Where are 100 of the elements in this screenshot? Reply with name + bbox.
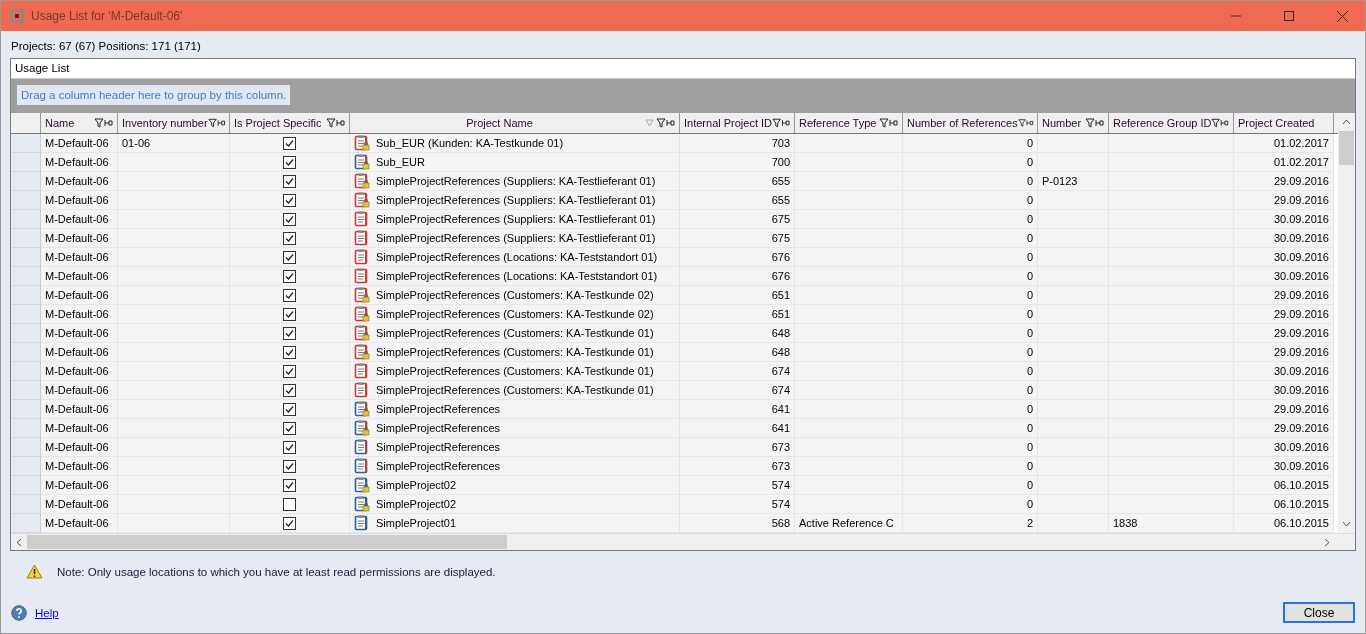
table-cell: M-Default-06 [41,476,118,495]
filter-pin-icon[interactable] [326,118,346,128]
vertical-scrollbar[interactable] [1338,113,1355,533]
checkbox[interactable] [283,440,296,454]
maximize-icon[interactable] [1284,11,1294,21]
checkbox[interactable] [283,250,296,264]
table-cell: 29.09.2016 [1234,305,1334,324]
table-cell: M-Default-06 [41,381,118,400]
table-cell: 01.02.2017 [1234,153,1334,172]
column-header[interactable]: Reference Group ID [1109,113,1234,133]
close-dialog-button[interactable]: Close [1283,602,1355,623]
table-cell: 06.10.2015 [1234,495,1334,514]
checkbox[interactable] [283,155,296,169]
project-name: Sub_EUR [376,156,425,168]
table-cell: 30.09.2016 [1234,381,1334,400]
help-icon[interactable] [11,604,27,621]
checkbox[interactable] [283,231,296,245]
checkbox[interactable] [283,288,296,302]
filter-pin-icon[interactable] [207,118,226,128]
warning-icon [26,564,43,579]
column-header[interactable]: Is Project Specific [230,113,350,133]
filter-pin-icon[interactable] [656,118,676,128]
filter-pin-icon[interactable] [1211,118,1230,128]
column-header[interactable]: Number [1038,113,1109,133]
scroll-thumb[interactable] [27,535,507,549]
scroll-thumb[interactable] [1339,131,1354,165]
checkbox[interactable] [283,364,296,378]
table-cell: 30.09.2016 [1234,438,1334,457]
column-header[interactable]: Reference Type [795,113,903,133]
close-icon[interactable] [1336,10,1348,22]
group-hint: Drag a column header here to group by this column. [17,85,291,105]
checkbox[interactable] [283,383,296,397]
checkbox[interactable] [283,136,296,150]
project-name: SimpleProjectReferences (Suppliers: KA-Testlieferant 01) [376,175,656,187]
scroll-down-icon[interactable] [1342,521,1351,527]
table-cell: 674 [680,381,795,400]
table-cell: 29.09.2016 [1234,324,1334,343]
table-cell: M-Default-06 [41,495,118,514]
checkbox[interactable] [283,307,296,321]
project-name: SimpleProjectReferences (Suppliers: KA-Testlieferant 01) [376,213,656,225]
column-header[interactable]: Name [41,113,118,133]
help-link[interactable]: Help [35,606,59,619]
table-cell: 29.09.2016 [1234,172,1334,191]
table-cell: 2 [903,514,1038,533]
project-name: SimpleProject02 [376,479,457,491]
checkbox[interactable] [283,269,296,283]
table-cell: M-Default-06 [41,286,118,305]
table-cell: 674 [680,362,795,381]
checkbox[interactable] [283,497,296,511]
table-cell: 0 [903,248,1038,267]
table-cell: 0 [903,343,1038,362]
table-cell: 0 [903,476,1038,495]
checkbox[interactable] [283,193,296,207]
table-cell: 0 [903,191,1038,210]
table-cell: M-Default-06 [41,343,118,362]
column-header[interactable]: Internal Project ID [680,113,795,133]
filter-pin-icon[interactable] [94,118,114,128]
filter-pin-icon[interactable] [1085,118,1105,128]
table-cell: 648 [680,343,795,362]
project-name: SimpleProjectReferences [376,460,501,472]
checkbox[interactable] [283,174,296,188]
filter-pin-icon[interactable] [772,118,791,128]
table-cell: 673 [680,438,795,457]
scroll-up-icon[interactable] [1342,119,1351,125]
checkbox[interactable] [283,212,296,226]
table-cell: 30.09.2016 [1234,229,1334,248]
filter-pin-icon[interactable] [879,118,899,128]
table-cell: 0 [903,495,1038,514]
checkbox[interactable] [283,478,296,492]
table-cell: M-Default-06 [41,172,118,191]
checkbox[interactable] [283,345,296,359]
checkbox[interactable] [283,402,296,416]
checkbox[interactable] [283,516,296,530]
table-cell: 1838 [1109,514,1234,533]
project-name: SimpleProjectReferences (Locations: KA-Teststandort 01) [376,270,658,282]
column-header[interactable]: Project Name [350,113,680,133]
horizontal-scrollbar[interactable] [11,533,1355,550]
table-cell: 0 [903,381,1038,400]
table-cell: M-Default-06 [41,457,118,476]
project-name: SimpleProjectReferences (Customers: KA-Testkunde 01) [376,384,654,396]
column-header[interactable]: Number of References [903,113,1038,133]
table-cell: 655 [680,172,795,191]
project-name: SimpleProjectReferences (Suppliers: KA-Testlieferant 01) [376,194,656,206]
table-cell: 30.09.2016 [1234,267,1334,286]
column-header[interactable]: Project Created [1234,113,1334,133]
filter-pin-icon[interactable] [1017,118,1034,128]
table-cell: 0 [903,457,1038,476]
table-cell: 30.09.2016 [1234,457,1334,476]
project-name: SimpleProjectReferences [376,403,501,415]
table-cell: 0 [903,172,1038,191]
column-header[interactable]: Inventory number [118,113,230,133]
table-cell: 29.09.2016 [1234,419,1334,438]
table-cell: 0 [903,286,1038,305]
table-cell: 0 [903,229,1038,248]
project-name: SimpleProjectReferences (Customers: KA-Testkunde 01) [376,346,654,358]
checkbox[interactable] [283,326,296,340]
checkbox[interactable] [283,459,296,473]
app-icon [10,9,24,23]
checkbox[interactable] [283,421,296,435]
project-name: SimpleProjectReferences (Locations: KA-Teststandort 01) [376,251,658,263]
